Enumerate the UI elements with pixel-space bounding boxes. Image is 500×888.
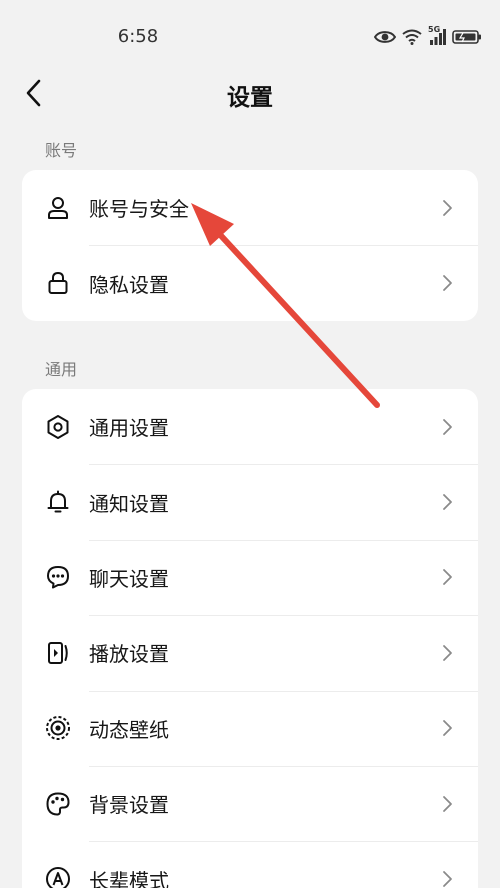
chevron-right-icon [440, 417, 454, 437]
network-type-label: 5G [428, 25, 441, 34]
play-device-icon [44, 639, 72, 667]
chevron-right-icon [440, 273, 454, 293]
row-elder-mode[interactable]: 长辈模式 [22, 841, 478, 888]
gear-icon [44, 413, 72, 441]
status-icons: 5G [374, 24, 482, 50]
row-notification-settings[interactable]: 通知设置 [22, 464, 478, 539]
chat-bubble-icon [44, 563, 72, 591]
row-chat-settings[interactable]: 聊天设置 [22, 539, 478, 615]
row-playback-settings[interactable]: 播放设置 [22, 615, 478, 690]
status-bar: 6:58 5G [0, 0, 500, 70]
row-live-wallpaper[interactable]: 动态壁纸 [22, 690, 478, 766]
row-label: 聊天设置 [89, 566, 169, 591]
row-label: 动态壁纸 [89, 717, 169, 742]
section-title-general: 通用 [45, 360, 78, 379]
lock-icon [44, 269, 72, 297]
battery-icon [452, 29, 482, 45]
nav-bar: 设置 [0, 70, 500, 120]
chevron-right-icon [440, 718, 454, 738]
row-label: 账号与安全 [89, 197, 189, 222]
bell-icon [44, 488, 72, 516]
chevron-right-icon [440, 643, 454, 663]
general-settings-card: 通用设置 通知设置 聊天设置 播放设置 动态壁纸 背景设置 长辈模式 [22, 389, 478, 888]
status-time: 6:58 [117, 26, 159, 47]
wifi-icon [402, 29, 422, 45]
section-title-account: 账号 [45, 141, 78, 160]
live-wallpaper-icon [44, 714, 72, 742]
palette-icon [44, 790, 72, 818]
row-label: 隐私设置 [89, 272, 169, 297]
elder-mode-icon [44, 865, 72, 888]
chevron-right-icon [440, 492, 454, 512]
row-account-security[interactable]: 账号与安全 [22, 170, 478, 245]
eye-icon [374, 29, 396, 45]
page-title: 设置 [227, 85, 273, 111]
cellular-signal-icon: 5G [428, 25, 446, 46]
user-icon [44, 194, 72, 222]
row-background-settings[interactable]: 背景设置 [22, 765, 478, 841]
row-label: 长辈模式 [89, 868, 169, 888]
row-label: 播放设置 [89, 642, 169, 667]
chevron-right-icon [440, 198, 454, 218]
row-general-settings[interactable]: 通用设置 [22, 389, 478, 464]
row-label: 通知设置 [89, 491, 169, 516]
row-label: 通用设置 [89, 416, 169, 441]
row-label: 背景设置 [89, 793, 169, 818]
chevron-right-icon [440, 869, 454, 888]
chevron-right-icon [440, 567, 454, 587]
chevron-right-icon [440, 794, 454, 814]
account-settings-card: 账号与安全 隐私设置 [22, 170, 478, 321]
row-privacy-settings[interactable]: 隐私设置 [22, 245, 478, 320]
